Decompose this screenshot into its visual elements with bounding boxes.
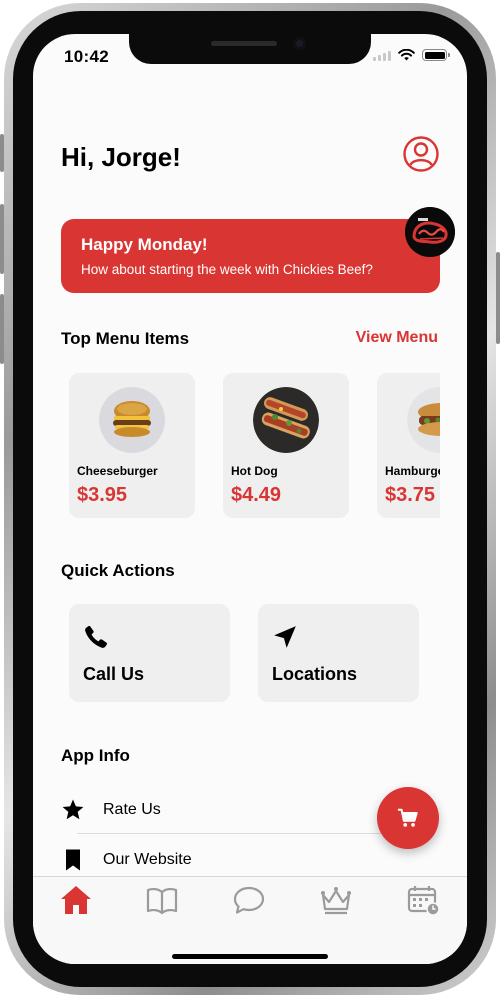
- status-time: 10:42: [64, 47, 109, 66]
- location-arrow-icon: [274, 626, 296, 648]
- cellular-signal-icon: [373, 50, 391, 61]
- tab-calendar-icon[interactable]: [405, 883, 441, 917]
- top-menu-carousel[interactable]: Cheeseburger $3.95 Hot Dog $4.49 Hamburg…: [61, 372, 440, 522]
- battery-icon: [422, 49, 450, 61]
- menu-card-cheeseburger[interactable]: Cheeseburger $3.95: [69, 373, 195, 518]
- brand-logo: [405, 207, 455, 257]
- speaker: [211, 41, 277, 46]
- menu-item-name: Hot Dog: [231, 464, 278, 478]
- promo-subtitle: How about starting the week with Chickie…: [81, 262, 373, 277]
- home-indicator: [172, 954, 328, 959]
- tab-bar: [33, 876, 467, 964]
- tab-menu-book-icon[interactable]: [144, 883, 180, 917]
- quick-actions-title: Quick Actions: [61, 561, 175, 580]
- call-us-label: Call Us: [83, 664, 145, 684]
- our-website-label: Our Website: [103, 851, 192, 868]
- notch: [129, 34, 371, 64]
- status-icons: [373, 49, 450, 61]
- hamburger-image: [407, 387, 440, 453]
- cart-button[interactable]: [377, 787, 439, 849]
- menu-item-price: $3.95: [77, 484, 128, 506]
- volume-up-button: [0, 204, 4, 274]
- power-button: [496, 252, 500, 344]
- side-button: [0, 134, 4, 172]
- star-icon: [62, 799, 84, 820]
- rate-us-label: Rate Us: [103, 801, 161, 818]
- menu-item-name: Cheeseburger: [77, 464, 158, 478]
- locations-label: Locations: [272, 664, 358, 684]
- wifi-icon: [398, 49, 415, 61]
- tab-crown-icon[interactable]: [318, 883, 354, 917]
- profile-icon[interactable]: [402, 135, 440, 173]
- cheeseburger-image: [99, 387, 165, 453]
- phone-icon: [85, 625, 107, 648]
- menu-card-hot-dog[interactable]: Hot Dog $4.49: [223, 373, 349, 518]
- greeting-title: Hi, Jorge!: [61, 142, 181, 172]
- bookmark-icon: [66, 849, 80, 871]
- menu-item-price: $3.75: [385, 484, 436, 506]
- hot-dog-image: [253, 387, 319, 453]
- tab-home-icon[interactable]: [58, 883, 94, 917]
- app-info-title: App Info: [61, 746, 130, 765]
- cart-icon: [397, 808, 418, 827]
- top-menu-title: Top Menu Items: [61, 329, 190, 348]
- promo-banner[interactable]: Happy Monday! How about starting the wee…: [61, 219, 440, 293]
- divider: [77, 833, 427, 834]
- tab-chat-bubble-icon[interactable]: [231, 883, 267, 917]
- screen: 10:42 Hi, Jorge! Happy Monday! How about…: [33, 34, 467, 964]
- menu-item-price: $4.49: [231, 484, 282, 506]
- volume-down-button: [0, 294, 4, 364]
- menu-item-name: Hamburger: [385, 464, 440, 478]
- menu-card-hamburger[interactable]: Hamburger $3.75: [377, 373, 440, 518]
- promo-title: Happy Monday!: [81, 235, 208, 254]
- camera: [293, 37, 306, 50]
- view-menu-link[interactable]: View Menu: [356, 329, 438, 347]
- locations-button[interactable]: Locations: [258, 604, 419, 702]
- call-us-button[interactable]: Call Us: [69, 604, 230, 702]
